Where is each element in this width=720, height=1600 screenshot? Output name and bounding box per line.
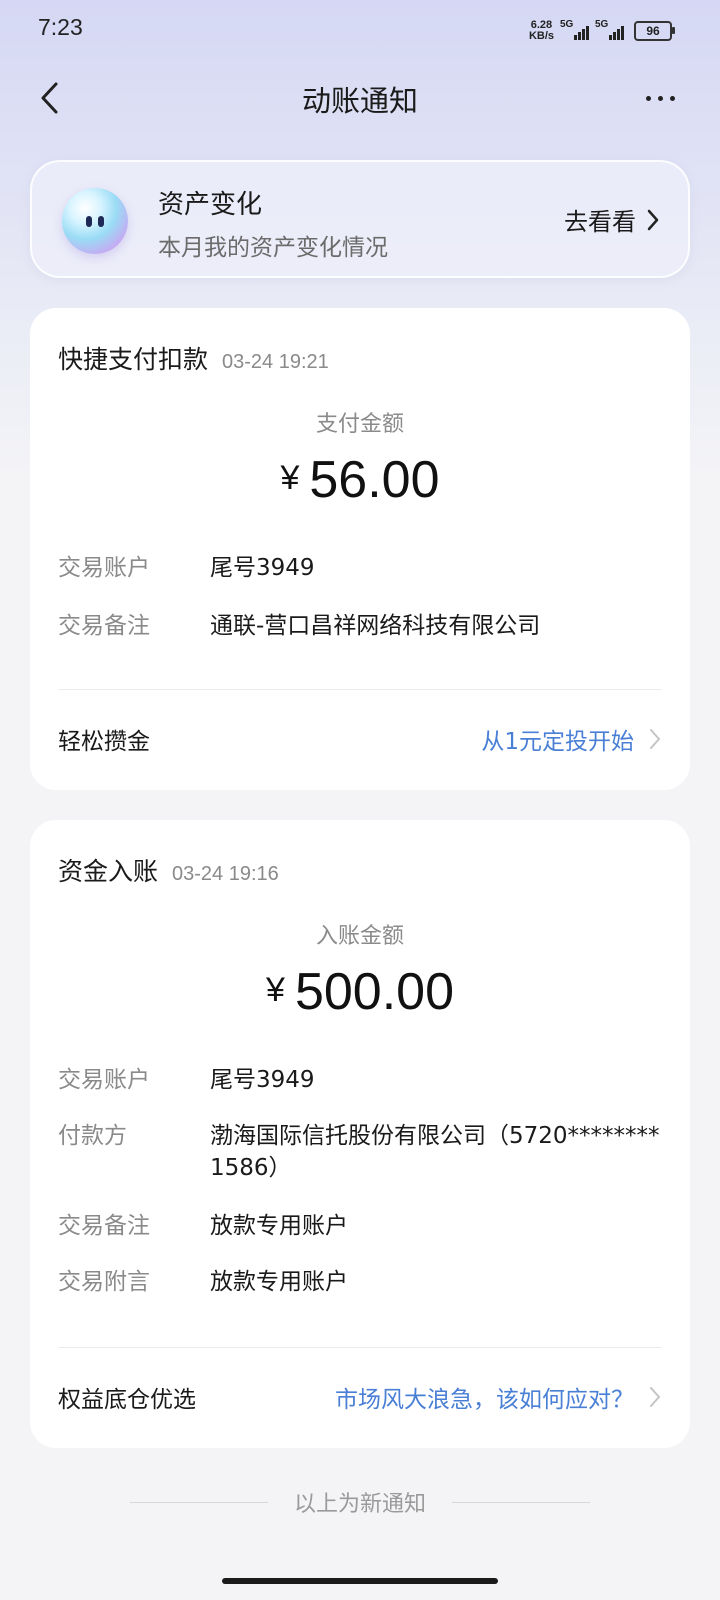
detail-key: 交易备注 [58, 1213, 150, 1239]
detail-key: 交易备注 [58, 613, 150, 639]
amount: ¥500.00 [30, 962, 690, 1022]
amount-value: 500.00 [294, 963, 454, 1021]
divider-line [452, 1501, 591, 1503]
signal-icon: 5G [560, 19, 589, 40]
card-time: 03-24 19:16 [172, 863, 279, 885]
card-type: 资金入账 [58, 857, 159, 886]
notification-card-incoming: 资金入账 03-24 19:16 入账金额 ¥500.00 交易账户 尾号394… [30, 820, 690, 1448]
promo-link[interactable]: 从1元定投开始 [481, 722, 662, 756]
banner-title: 资产变化 [158, 190, 263, 220]
detail-row: 交易账户 尾号3949 [58, 1064, 662, 1096]
amount: ¥56.00 [30, 450, 690, 510]
detail-value: 尾号3949 [210, 555, 315, 581]
home-indicator[interactable] [222, 1578, 498, 1584]
promo-link-text: 从1元定投开始 [481, 729, 634, 755]
go-see-label: 去看看 [564, 208, 636, 236]
new-notifications-divider: 以上为新通知 [130, 1486, 591, 1518]
back-button[interactable] [30, 76, 70, 120]
detail-row: 交易备注 通联-营口昌祥网络科技有限公司 [58, 610, 662, 642]
amount-value: 56.00 [309, 451, 440, 509]
divider [58, 1347, 662, 1348]
amount-label: 支付金额 [315, 412, 404, 437]
go-see-button[interactable]: 去看看 [564, 202, 660, 237]
more-dots-icon [645, 95, 651, 101]
promo-row[interactable]: 权益底仓优选 市场风大浪急，该如何应对？ [58, 1380, 662, 1414]
card-type: 快捷支付扣款 [58, 345, 209, 374]
promo-row[interactable]: 轻松攒金 从1元定投开始 [58, 722, 662, 756]
network-speed-unit: KB/s [528, 30, 554, 42]
detail-row: 交易备注 放款专用账户 [58, 1210, 662, 1242]
chevron-right-icon [647, 209, 659, 230]
detail-row: 交易附言 放款专用账户 [58, 1266, 662, 1298]
network-speed: 6.28 KB/s [529, 20, 554, 42]
signal-type-label: 5G [560, 19, 574, 30]
battery-level: 96 [646, 24, 660, 38]
detail-key: 交易账户 [58, 1067, 150, 1093]
promo-label: 权益底仓优选 [58, 1387, 196, 1413]
chevron-left-icon [41, 82, 58, 114]
divider-line [130, 1501, 268, 1503]
divider [58, 689, 662, 690]
detail-value: 尾号3949 [210, 1067, 315, 1093]
notification-card-payment: 快捷支付扣款 03-24 19:21 支付金额 ¥56.00 交易账户 尾号39… [30, 308, 690, 790]
detail-row: 付款方 渤海国际信托股份有限公司（5720********1586） [58, 1120, 662, 1184]
chevron-right-icon [650, 729, 660, 749]
currency-symbol: ¥ [266, 971, 285, 1009]
detail-value: 通联-营口昌祥网络科技有限公司 [210, 613, 541, 639]
chevron-right-icon [650, 1387, 660, 1407]
detail-key: 交易附言 [58, 1269, 150, 1295]
status-indicators: 6.28 KB/s 5G 5G 96 [529, 18, 675, 44]
card-header: 快捷支付扣款 03-24 19:21 [58, 340, 329, 376]
more-button[interactable] [632, 80, 688, 116]
detail-key: 交易账户 [58, 555, 150, 581]
banner-subtitle: 本月我的资产变化情况 [158, 235, 388, 261]
detail-row: 交易账户 尾号3949 [58, 552, 662, 584]
detail-value: 渤海国际信托股份有限公司（5720********1586） [210, 1123, 660, 1181]
battery-icon: 96 [634, 21, 675, 41]
detail-value: 放款专用账户 [210, 1269, 348, 1295]
promo-link-text: 市场风大浪急，该如何应对？ [335, 1387, 634, 1413]
amount-label: 入账金额 [315, 924, 404, 949]
mascot-avatar [62, 188, 128, 254]
detail-key: 付款方 [58, 1123, 127, 1149]
promo-link[interactable]: 市场风大浪急，该如何应对？ [335, 1380, 662, 1414]
promo-label: 轻松攒金 [58, 729, 150, 755]
detail-value: 放款专用账户 [210, 1213, 348, 1239]
footer-note: 以上为新通知 [294, 1492, 427, 1517]
signal-icon: 5G [595, 19, 624, 40]
currency-symbol: ¥ [280, 459, 300, 497]
asset-change-banner[interactable]: 资产变化 本月我的资产变化情况 去看看 [30, 160, 690, 278]
card-header: 资金入账 03-24 19:16 [58, 852, 279, 888]
signal-type-label: 5G [595, 19, 609, 30]
card-time: 03-24 19:21 [222, 351, 329, 373]
status-time: 7:23 [38, 14, 83, 40]
